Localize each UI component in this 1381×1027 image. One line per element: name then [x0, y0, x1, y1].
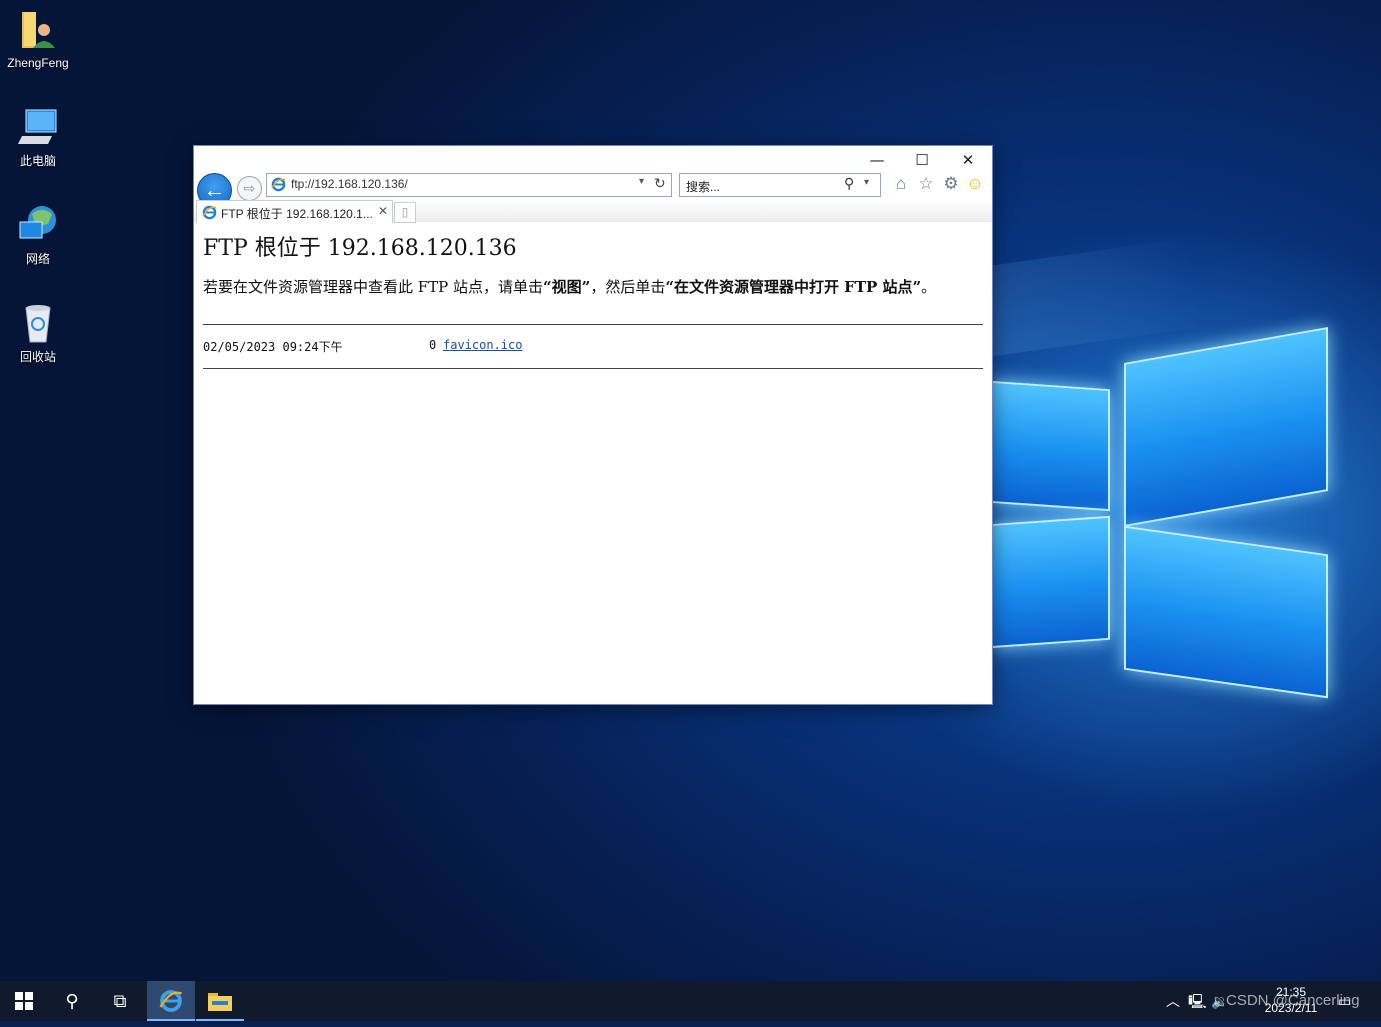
arrow-right-icon: ⇨	[243, 180, 256, 196]
forward-button[interactable]: ⇨	[237, 176, 262, 201]
file-link[interactable]: favicon.ico	[443, 338, 522, 352]
desc-open: “在文件资源管理器中打开 FTP 站点”	[665, 278, 922, 296]
taskbar: ⚲ ⧉ ︿ 🖳 🔉 21:35 2023/2/11 ▭	[0, 981, 1381, 1021]
search-dropdown-icon[interactable]: ▾	[864, 177, 869, 188]
tab-title: FTP 根位于 192.168.120.1...	[221, 207, 373, 221]
taskbar-ie[interactable]	[147, 981, 195, 1021]
address-bar[interactable]: ftp://192.168.120.136/ ▾ ↻	[266, 173, 672, 197]
ie-page-icon	[271, 177, 286, 192]
desktop-icon-user[interactable]: ZhengFeng	[0, 10, 76, 70]
close-button[interactable]: ✕	[946, 148, 990, 172]
desktop-icon-label: 网络	[25, 252, 50, 266]
navigation-bar: ← ⇨ ftp://192.168.120.136/ ▾ ↻ 搜索... ⚲ ▾…	[194, 170, 992, 208]
maximize-icon: ☐	[915, 151, 929, 169]
search-taskbar-button[interactable]: ⚲	[48, 981, 96, 1021]
watermark: CSDN @Cancerling	[1226, 992, 1360, 1009]
logo-pane	[1124, 327, 1328, 527]
refresh-icon[interactable]: ↻	[654, 175, 666, 192]
smiley-feedback-icon[interactable]: ☺	[964, 173, 986, 195]
task-view-button[interactable]: ⧉	[96, 981, 144, 1021]
page-content: FTP 根位于 192.168.120.136 若要在文件资源管理器中查看此 F…	[194, 224, 992, 704]
new-tab-button[interactable]: ▯	[394, 202, 416, 223]
desc-mid: ，然后单击	[590, 278, 666, 296]
divider	[203, 324, 983, 325]
network-tray-icon[interactable]: 🖳	[1188, 981, 1207, 1021]
maximize-button[interactable]: ☐	[900, 148, 944, 172]
title-bar[interactable]: — ☐ ✕	[194, 146, 992, 172]
desktop-icon-network[interactable]: 网络	[0, 204, 76, 267]
home-icon[interactable]: ⌂	[890, 173, 912, 195]
taskbar-file-explorer[interactable]	[196, 981, 244, 1021]
desktop-icon-recycle[interactable]: 回收站	[0, 302, 76, 365]
desc-view: “视图”	[543, 278, 591, 296]
logo-pane	[990, 515, 1110, 649]
user-folder-icon	[18, 10, 58, 52]
windows-logo-icon	[15, 992, 33, 1010]
tab-ftp[interactable]: FTP 根位于 192.168.120.1... ✕	[196, 200, 393, 223]
close-icon: ✕	[961, 151, 975, 169]
search-input[interactable]: 搜索...	[686, 178, 720, 195]
ie-tab-icon	[202, 205, 217, 220]
search-box[interactable]: 搜索... ⚲ ▾	[679, 173, 881, 197]
tab-strip: FTP 根位于 192.168.120.1... ✕ ▯	[194, 200, 992, 223]
minimize-button[interactable]: —	[855, 148, 899, 172]
show-hidden-icons-icon[interactable]: ︿	[1166, 981, 1180, 1021]
recycle-bin-icon	[18, 302, 58, 344]
ie-icon	[159, 990, 182, 1012]
minimize-icon: —	[869, 151, 885, 169]
desktop-icon-label: 回收站	[19, 350, 56, 364]
logo-pane	[990, 380, 1110, 512]
address-input[interactable]: ftp://192.168.120.136/	[291, 177, 408, 191]
computer-icon	[18, 106, 58, 148]
gear-icon[interactable]: ⚙	[940, 173, 962, 195]
tab-close-icon[interactable]: ✕	[378, 204, 388, 218]
address-dropdown-icon[interactable]: ▾	[639, 176, 644, 187]
desc-prefix: 若要在文件资源管理器中查看此 FTP 站点，请单击	[203, 278, 544, 296]
favorites-star-icon[interactable]: ☆	[915, 173, 937, 195]
desktop-icon-computer[interactable]: 此电脑	[0, 106, 76, 169]
file-date: 02/05/2023 09:24下午	[203, 340, 343, 354]
search-icon[interactable]: ⚲	[844, 175, 854, 192]
page-title: FTP 根位于 192.168.120.136	[203, 236, 517, 261]
start-button[interactable]	[0, 981, 48, 1021]
search-icon: ⚲	[65, 991, 79, 1011]
divider	[203, 368, 983, 369]
instructions-text: 若要在文件资源管理器中查看此 FTP 站点，请单击“视图”，然后单击“在文件资源…	[203, 278, 983, 296]
desc-end: 。	[921, 278, 937, 296]
arrow-left-icon: ←	[203, 177, 226, 202]
desktop-icon-label: ZhengFeng	[7, 56, 69, 70]
network-icon	[18, 204, 58, 246]
browser-window: — ☐ ✕ ← ⇨ ftp://192.168.120.136/ ▾ ↻ 搜索.…	[194, 146, 992, 704]
desktop-icon-label: 此电脑	[19, 154, 56, 168]
file-size: 0	[429, 338, 437, 352]
new-tab-icon: ▯	[401, 205, 409, 219]
list-item: 02/05/2023 09:24下午 0 favicon.ico	[203, 338, 522, 355]
logo-pane	[1124, 525, 1328, 699]
folder-icon	[208, 993, 232, 1011]
task-view-icon: ⧉	[113, 991, 127, 1011]
